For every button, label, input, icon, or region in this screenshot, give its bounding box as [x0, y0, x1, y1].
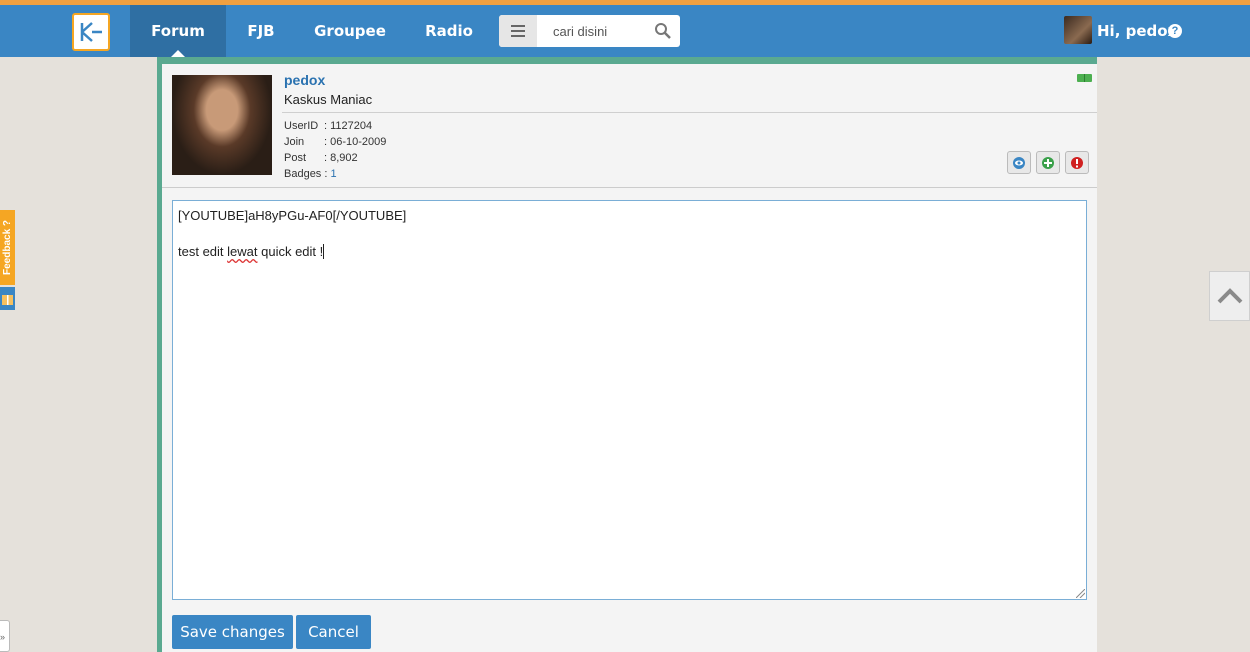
hamburger-icon: [511, 25, 525, 37]
post-author-name[interactable]: pedox: [284, 72, 325, 88]
nav-radio[interactable]: Radio: [404, 5, 494, 57]
stat-userid-value: : 1127204: [324, 120, 373, 132]
alert-icon: [1071, 156, 1083, 169]
feedback-icon[interactable]: [0, 287, 15, 310]
quick-edit-textarea[interactable]: [YOUTUBE]aH8yPGu-AF0[/YOUTUBE] test edit…: [172, 200, 1087, 600]
stat-badges-link[interactable]: 1: [330, 168, 336, 180]
post-author-avatar[interactable]: [172, 75, 272, 175]
editor-line-2-start: test edit: [178, 244, 228, 259]
post-top-border: [157, 57, 1097, 64]
misspelled-word: lewat: [227, 244, 258, 259]
search-category-menu[interactable]: [499, 15, 537, 47]
nav-fjb[interactable]: FJB: [226, 5, 296, 57]
resize-handle-icon[interactable]: [1076, 589, 1085, 598]
editor-line-1: [YOUTUBE]aH8yPGu-AF0[/YOUTUBE]: [178, 208, 407, 223]
kaskus-logo[interactable]: [72, 13, 110, 51]
text-caret: [323, 244, 325, 259]
view-profile-button[interactable]: [1007, 151, 1031, 174]
nav-forum-label: Forum: [151, 22, 205, 40]
search-input[interactable]: [545, 21, 645, 41]
side-panel-toggle[interactable]: »: [0, 620, 10, 652]
stat-post: Post : 8,902: [284, 152, 358, 164]
chevron-up-icon: [1217, 288, 1242, 304]
stat-join: Join : 06-10-2009: [284, 136, 386, 148]
stat-badges: Badges : 1: [284, 168, 337, 180]
scroll-to-top-button[interactable]: [1209, 271, 1250, 321]
editor-blank-line: [178, 225, 1081, 243]
stat-post-key: Post: [284, 152, 307, 164]
stat-badges-key: Badges: [284, 168, 322, 180]
user-avatar[interactable]: [1064, 16, 1092, 44]
post-author-rank: Kaskus Maniac: [284, 92, 373, 107]
gift-icon: [2, 295, 13, 305]
divider: [282, 112, 1097, 113]
stat-join-key: Join: [284, 136, 305, 148]
stat-userid-key: UserID: [284, 120, 319, 132]
nav-fjb-label: FJB: [247, 22, 275, 40]
feedback-tab[interactable]: Feedback ?: [0, 210, 15, 285]
top-navbar: Forum FJB Groupee Radio Hi, pedox ?: [0, 5, 1250, 57]
nav-forum[interactable]: Forum: [130, 5, 226, 57]
search-icon[interactable]: [654, 22, 672, 40]
cancel-button[interactable]: Cancel: [296, 615, 371, 649]
save-changes-button[interactable]: Save changes: [172, 615, 293, 649]
nav-radio-label: Radio: [425, 22, 473, 40]
editor-line-2-end: quick edit !: [257, 244, 324, 259]
report-button[interactable]: [1065, 151, 1089, 174]
stat-userid: UserID : 1127204: [284, 120, 372, 132]
eye-icon: [1013, 156, 1025, 169]
kaskus-logo-icon: [80, 22, 102, 42]
add-friend-button[interactable]: [1036, 151, 1060, 174]
search-bar: [499, 15, 680, 47]
stat-join-value: : 06-10-2009: [324, 136, 387, 148]
user-greeting[interactable]: Hi, pedox: [1097, 22, 1177, 40]
online-status-icon: [1077, 74, 1092, 82]
plus-icon: [1042, 156, 1054, 169]
editor-line-2: test edit lewat quick edit !: [178, 243, 1081, 261]
nav-groupee-label: Groupee: [314, 22, 386, 40]
nav-groupee[interactable]: Groupee: [296, 5, 404, 57]
user-info-panel: pedox Kaskus Maniac UserID : 1127204 Join…: [162, 64, 1097, 188]
help-icon[interactable]: ?: [1168, 24, 1182, 38]
stat-post-value: : 8,902: [324, 152, 358, 164]
